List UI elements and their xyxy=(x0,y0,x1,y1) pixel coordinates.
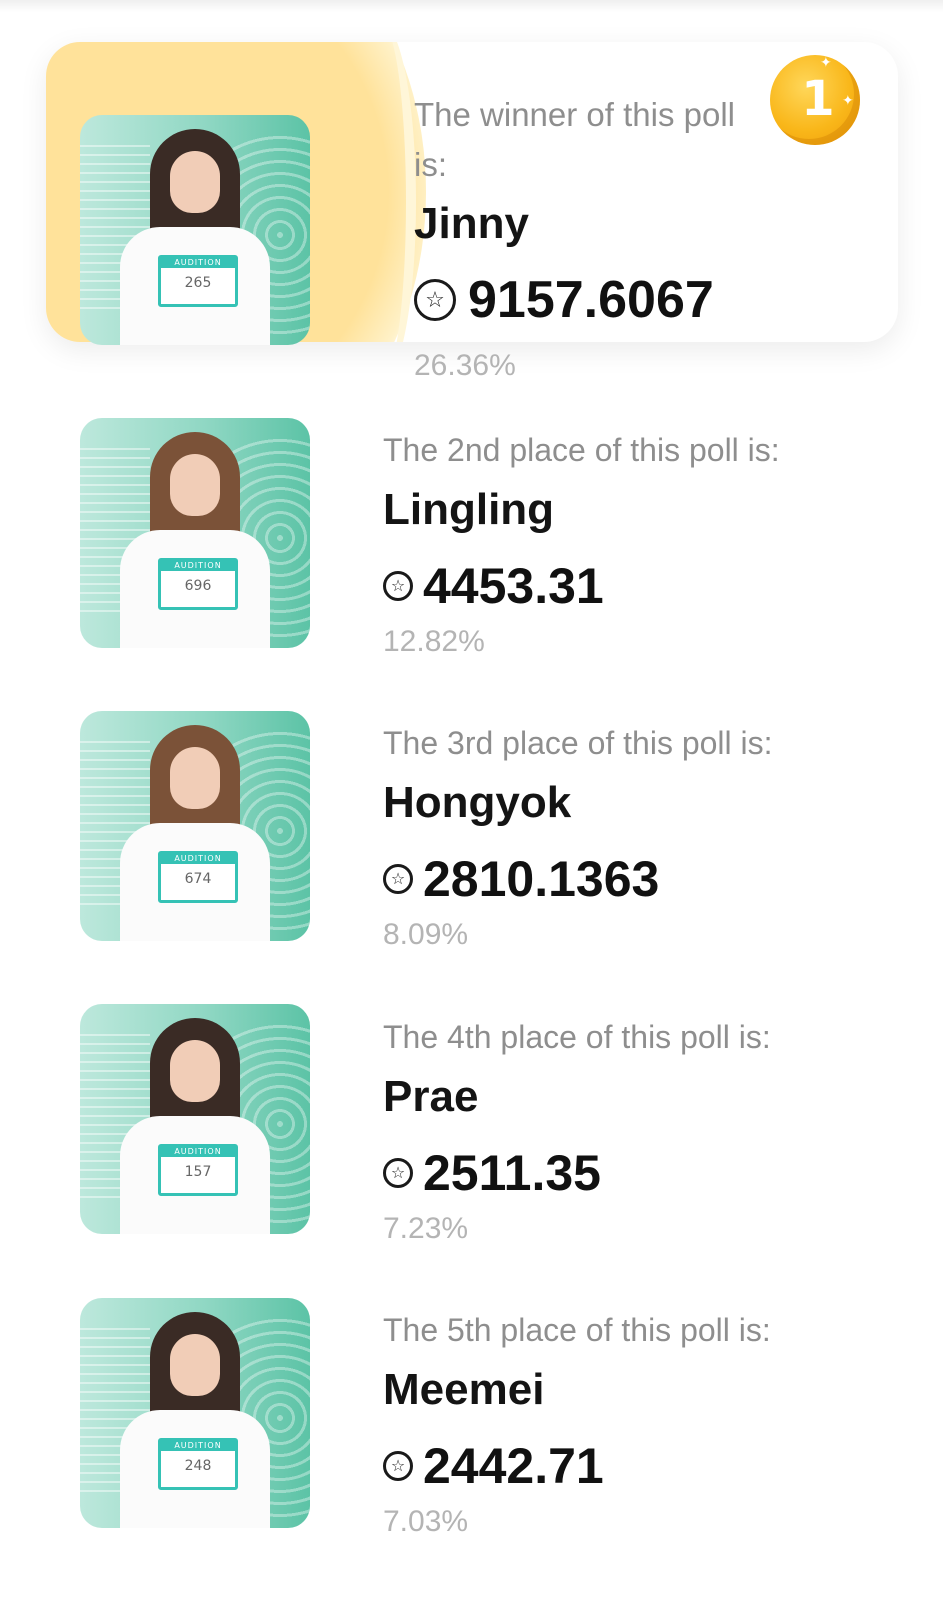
photo-face xyxy=(170,1334,220,1396)
photo-face xyxy=(170,1040,220,1102)
entry-info-4: The 4th place of this poll is: Prae ☆ 25… xyxy=(383,1013,903,1247)
contestant-photo-3[interactable]: AUDITION 674 xyxy=(80,711,310,941)
entry-info-3: The 3rd place of this poll is: Hongyok ☆… xyxy=(383,719,903,953)
sparkle-icon: ✦ xyxy=(842,92,854,108)
photo-face xyxy=(170,151,220,213)
photo-face xyxy=(170,747,220,809)
contestant-name: Hongyok xyxy=(383,778,572,827)
star-coin-icon: ☆ xyxy=(383,864,413,894)
audition-tag-number: 157 xyxy=(184,1164,212,1180)
audition-tag: AUDITION 248 xyxy=(158,1438,238,1490)
star-coin-icon: ☆ xyxy=(383,1158,413,1188)
contestant-photo-1[interactable]: AUDITION 265 xyxy=(80,115,310,345)
entry-info-5: The 5th place of this poll is: Meemei ☆ … xyxy=(383,1306,903,1540)
audition-tag-label: AUDITION xyxy=(161,854,235,864)
place-label: The 4th place of this poll is: xyxy=(383,1019,771,1055)
vote-percent: 8.09% xyxy=(383,918,469,951)
score-value: 9157.6067 xyxy=(468,271,714,329)
audition-tag-label: AUDITION xyxy=(161,258,235,268)
contestant-photo-4[interactable]: AUDITION 157 xyxy=(80,1004,310,1234)
contestant-photo-5[interactable]: AUDITION 248 xyxy=(80,1298,310,1528)
audition-tag-label: AUDITION xyxy=(161,1441,235,1451)
contestant-name: Lingling xyxy=(383,485,555,534)
audition-tag-label: AUDITION xyxy=(161,561,235,571)
score-row: ☆ 2511.35 xyxy=(383,1145,903,1201)
vote-percent: 7.23% xyxy=(383,1212,469,1245)
score-value: 2442.71 xyxy=(423,1438,604,1494)
vote-percent: 12.82% xyxy=(383,625,485,658)
contestant-name: Meemei xyxy=(383,1365,545,1414)
entry-info-2: The 2nd place of this poll is: Lingling … xyxy=(383,426,903,660)
medal-number: 1 xyxy=(801,71,835,127)
score-row: ☆ 2442.71 xyxy=(383,1438,903,1494)
contestant-name: Prae xyxy=(383,1072,479,1121)
score-row: ☆ 2810.1363 xyxy=(383,851,903,907)
audition-tag: AUDITION 674 xyxy=(158,851,238,903)
sparkle-icon: ✦ xyxy=(820,54,832,70)
winner-info: The winner of this poll is: Jinny ☆ 9157… xyxy=(414,90,774,384)
audition-tag-number: 265 xyxy=(184,275,212,291)
score-row: ☆ 9157.6067 xyxy=(414,270,774,330)
vote-percent: 7.03% xyxy=(383,1505,469,1538)
score-value: 2810.1363 xyxy=(423,851,660,907)
place-label: The 2nd place of this poll is: xyxy=(383,432,780,468)
audition-tag: AUDITION 157 xyxy=(158,1144,238,1196)
score-row: ☆ 4453.31 xyxy=(383,558,903,614)
contestant-photo-2[interactable]: AUDITION 696 xyxy=(80,418,310,648)
contestant-name: Jinny xyxy=(414,199,529,248)
star-coin-icon: ☆ xyxy=(383,1451,413,1481)
audition-tag-number: 696 xyxy=(184,578,212,594)
audition-tag-label: AUDITION xyxy=(161,1147,235,1157)
gold-medal-icon: 1 ✦ ✦ xyxy=(770,55,860,145)
score-value: 2511.35 xyxy=(423,1145,601,1201)
photo-face xyxy=(170,454,220,516)
audition-tag-number: 674 xyxy=(184,871,212,887)
place-label: The winner of this poll is: xyxy=(414,96,735,183)
star-coin-icon: ☆ xyxy=(414,279,456,321)
vote-percent: 26.36% xyxy=(414,349,516,382)
winner-glow-edge xyxy=(346,42,416,342)
top-edge xyxy=(0,0,943,12)
score-value: 4453.31 xyxy=(423,558,604,614)
place-label: The 5th place of this poll is: xyxy=(383,1312,771,1348)
place-label: The 3rd place of this poll is: xyxy=(383,725,773,761)
audition-tag-number: 248 xyxy=(184,1458,212,1474)
audition-tag: AUDITION 696 xyxy=(158,558,238,610)
audition-tag: AUDITION 265 xyxy=(158,255,238,307)
star-coin-icon: ☆ xyxy=(383,571,413,601)
